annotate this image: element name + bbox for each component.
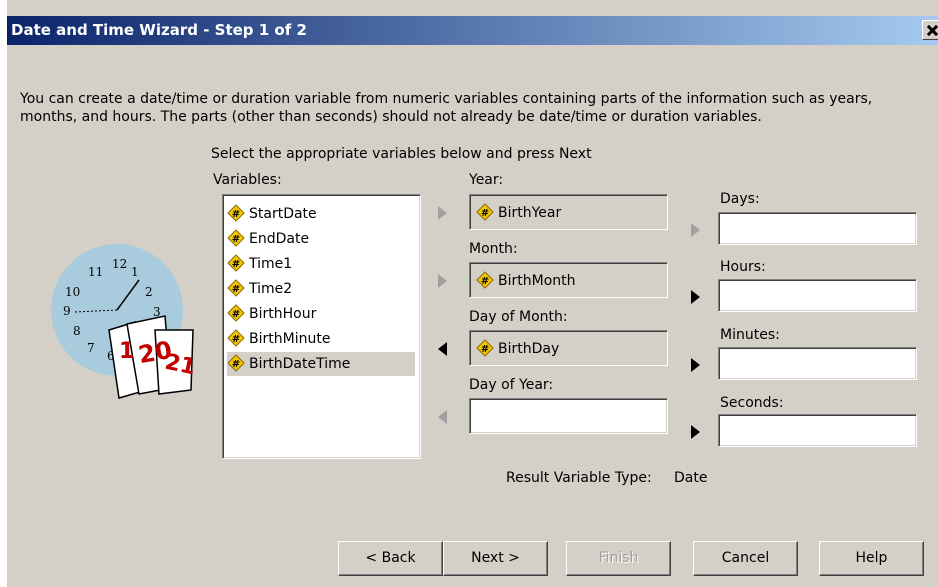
clock-number-1: 1 — [131, 265, 139, 279]
title-bar: Date and Time Wizard - Step 1 of 2 — [7, 16, 938, 45]
clock-calendar-illustration: 12 1 2 3 6 7 8 9 10 11 20 21 1 — [51, 244, 198, 399]
intro-text: You can create a date/time or duration v… — [20, 91, 873, 125]
seconds-label: Seconds: — [720, 395, 784, 411]
finish-button[interactable]: Finish — [566, 541, 671, 576]
help-button[interactable]: Help — [819, 541, 924, 576]
year-value: BirthYear — [498, 205, 562, 221]
seconds-field[interactable] — [718, 414, 917, 447]
move-back-day-arrow-icon[interactable] — [435, 339, 449, 359]
back-button[interactable]: < Back — [338, 541, 443, 576]
variables-label: Variables: — [213, 172, 282, 188]
clock-number-12: 12 — [112, 257, 127, 271]
numeric-scale-variable-icon — [476, 339, 494, 357]
minutes-field[interactable] — [718, 347, 917, 380]
result-type-label: Result Variable Type: — [506, 470, 652, 486]
variables-listbox[interactable]: StartDate EndDate Time1 Time2 BirthHour … — [222, 194, 421, 459]
window-title: Date and Time Wizard - Step 1 of 2 — [11, 21, 307, 39]
days-field[interactable] — [718, 212, 917, 245]
clock-number-7: 7 — [87, 341, 95, 355]
list-item[interactable]: BirthMinute — [227, 327, 330, 351]
month-field[interactable]: BirthMonth — [469, 262, 668, 298]
numeric-scale-variable-icon — [227, 254, 245, 272]
numeric-scale-variable-icon — [227, 279, 245, 297]
hours-label: Hours: — [720, 259, 766, 275]
list-item[interactable]: Time1 — [227, 252, 292, 276]
clock-number-9: 9 — [63, 304, 71, 318]
cancel-button[interactable]: Cancel — [693, 541, 798, 576]
day-of-month-label: Day of Month: — [469, 309, 568, 325]
list-item-selected[interactable]: BirthDateTime — [227, 352, 415, 376]
move-to-month-arrow-icon[interactable] — [435, 271, 449, 291]
clock-number-10: 10 — [65, 285, 80, 299]
numeric-scale-variable-icon — [227, 229, 245, 247]
result-type-value: Date — [674, 470, 708, 486]
year-field[interactable]: BirthYear — [469, 194, 668, 230]
numeric-scale-variable-icon — [227, 304, 245, 322]
clock-number-11: 11 — [88, 265, 103, 279]
day-of-year-field[interactable] — [469, 398, 668, 434]
move-to-seconds-arrow-icon[interactable] — [688, 422, 702, 442]
clock-number-2: 2 — [145, 285, 153, 299]
list-item[interactable]: StartDate — [227, 202, 317, 226]
minutes-label: Minutes: — [720, 327, 780, 343]
day-of-month-field[interactable]: BirthDay — [469, 330, 668, 366]
move-to-minutes-arrow-icon[interactable] — [688, 355, 702, 375]
days-label: Days: — [720, 191, 760, 207]
numeric-scale-variable-icon — [227, 204, 245, 222]
move-to-year-arrow-icon[interactable] — [435, 203, 449, 223]
list-item[interactable]: EndDate — [227, 227, 309, 251]
day-of-month-value: BirthDay — [498, 341, 560, 357]
year-label: Year: — [469, 172, 504, 188]
list-item[interactable]: Time2 — [227, 277, 292, 301]
clock-number-8: 8 — [73, 324, 81, 338]
move-to-day-of-year-arrow-icon[interactable] — [435, 407, 449, 427]
move-to-hours-arrow-icon[interactable] — [688, 287, 702, 307]
day-of-year-label: Day of Year: — [469, 377, 554, 393]
svg-text:1: 1 — [119, 339, 134, 364]
next-button[interactable]: Next > — [443, 541, 548, 576]
close-icon[interactable] — [922, 20, 938, 40]
numeric-scale-variable-icon — [227, 329, 245, 347]
numeric-scale-variable-icon — [476, 203, 494, 221]
date-time-wizard-dialog: Date and Time Wizard - Step 1 of 2 You c… — [7, 0, 938, 587]
list-item[interactable]: BirthHour — [227, 302, 316, 326]
numeric-scale-variable-icon — [227, 354, 245, 372]
numeric-scale-variable-icon — [476, 271, 494, 289]
month-value: BirthMonth — [498, 273, 576, 289]
hours-field[interactable] — [718, 279, 917, 312]
instruction-text: Select the appropriate variables below a… — [211, 146, 592, 162]
month-label: Month: — [469, 241, 518, 257]
move-to-days-arrow-icon[interactable] — [688, 220, 702, 240]
